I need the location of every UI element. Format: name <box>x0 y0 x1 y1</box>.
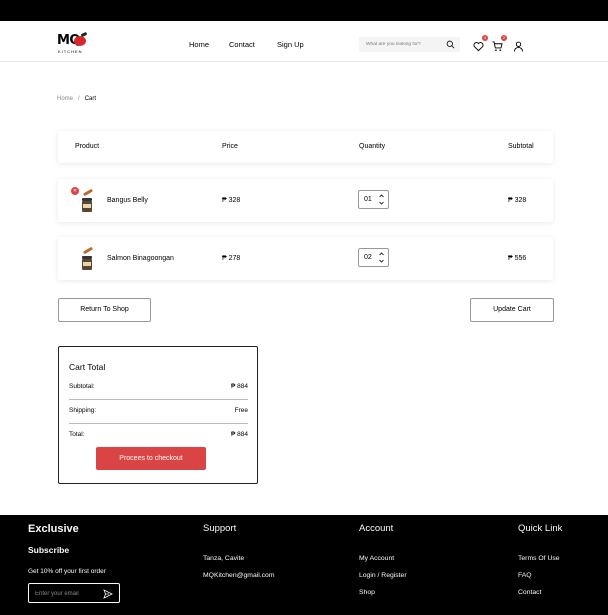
cart-total-box: Cart Total Subtotal: ₱ 884 Shipping: Fre… <box>58 346 258 484</box>
remove-icon[interactable]: ✕ <box>71 187 79 195</box>
footer-link-faq[interactable]: FAQ <box>518 572 560 589</box>
chevron-up-icon[interactable] <box>378 193 385 199</box>
breadcrumb-current: Cart <box>84 96 97 102</box>
product-name[interactable]: Salmon Binagoongan <box>107 255 174 262</box>
footer-account: Account My Account Login / Register Shop <box>359 523 407 596</box>
quantity-stepper[interactable]: 02 <box>358 248 389 267</box>
wishlist-button[interactable]: 4 <box>473 35 488 52</box>
cart-button[interactable]: 2 <box>492 35 507 51</box>
total-value: ₱ 884 <box>231 431 248 438</box>
user-icon <box>513 41 524 52</box>
cart-table-header: Product Price Quantity Subtotal <box>58 131 553 163</box>
footer-quick-link-title: Quick Link <box>518 523 563 534</box>
table-row: Salmon Binagoongan ₱ 278 02 ₱ 556 <box>58 237 553 280</box>
quantity-value[interactable]: 02 <box>364 254 372 261</box>
return-to-shop-button[interactable]: Return To Shop <box>58 298 151 322</box>
total-label: Total: <box>69 431 85 438</box>
subtotal-value: ₱ 884 <box>231 383 248 390</box>
cart-icon <box>492 41 503 51</box>
breadcrumb-separator: / <box>78 96 80 102</box>
chevron-down-icon[interactable] <box>378 258 385 264</box>
footer-subscribe: Subscribe <box>28 545 70 555</box>
footer-exclusive: Exclusive Subscribe Get 10% off your fir… <box>28 523 120 603</box>
cart-total-title: Cart Total <box>69 362 106 372</box>
footer-account-title: Account <box>359 523 394 534</box>
footer-link-my-account[interactable]: My Account <box>359 555 407 572</box>
search-icon[interactable] <box>446 40 455 49</box>
header-price: Price <box>222 143 238 150</box>
product-subtotal: ₱ 556 <box>508 255 527 262</box>
search-input[interactable] <box>366 40 446 49</box>
site-footer: Exclusive Subscribe Get 10% off your fir… <box>0 515 608 615</box>
product-image <box>80 188 94 213</box>
table-row: ✕ Bangus Belly ₱ 328 01 ₱ 328 <box>58 179 553 222</box>
heart-icon <box>473 42 484 52</box>
logo-subtext: KITCHEN <box>58 49 83 54</box>
chili-icon <box>74 36 86 46</box>
footer-address: Tanza, Cavite <box>203 555 245 562</box>
wishlist-badge: 4 <box>482 35 488 41</box>
breadcrumb: Home / Cart <box>57 96 96 102</box>
product-image <box>80 246 94 271</box>
header-quantity: Quantity <box>359 143 386 150</box>
search-bar <box>359 37 460 52</box>
header-product: Product <box>75 143 100 150</box>
total-row: Total: ₱ 884 <box>69 431 248 443</box>
subtotal-label: Subtotal: <box>69 383 95 390</box>
product-subtotal: ₱ 328 <box>508 197 527 204</box>
logo[interactable]: MQ KITCHEN <box>57 34 91 56</box>
checkout-button[interactable]: Procees to checkout <box>96 447 206 470</box>
site-header: MQ KITCHEN Home Contact Sign Up 4 2 <box>0 21 608 62</box>
email-subscribe-box <box>28 583 120 603</box>
email-input[interactable] <box>35 589 97 598</box>
footer-quick-link: Quick Link Terms Of Use FAQ Contact <box>518 523 563 596</box>
footer-email[interactable]: MQKitchen@gmail.com <box>203 572 275 589</box>
footer-link-terms[interactable]: Terms Of Use <box>518 555 560 572</box>
nav-sign-up[interactable]: Sign Up <box>277 40 304 49</box>
chevron-down-icon[interactable] <box>378 200 385 206</box>
update-cart-button[interactable]: Update Cart <box>470 298 554 322</box>
shipping-value: Free <box>234 407 248 414</box>
divider <box>69 423 248 424</box>
footer-link-shop[interactable]: Shop <box>359 589 407 606</box>
footer-link-contact[interactable]: Contact <box>518 589 560 606</box>
quantity-stepper[interactable]: 01 <box>358 190 389 209</box>
product-price: ₱ 278 <box>222 255 241 262</box>
product-price: ₱ 328 <box>222 197 241 204</box>
send-icon[interactable] <box>103 589 113 599</box>
breadcrumb-home[interactable]: Home <box>57 96 73 102</box>
chevron-up-icon[interactable] <box>378 251 385 257</box>
divider <box>69 399 248 400</box>
product-name[interactable]: Bangus Belly <box>107 197 148 204</box>
footer-offer: Get 10% off your first order <box>28 568 106 575</box>
subtotal-row: Subtotal: ₱ 884 <box>69 383 248 395</box>
account-button[interactable] <box>513 39 524 52</box>
footer-support: Support Tanza, Cavite MQKitchen@gmail.co… <box>203 523 275 579</box>
shipping-row: Shipping: Free <box>69 407 248 419</box>
nav-home[interactable]: Home <box>189 40 209 49</box>
footer-link-login-register[interactable]: Login / Register <box>359 572 407 589</box>
footer-support-title: Support <box>203 523 237 534</box>
nav-contact[interactable]: Contact <box>229 40 255 49</box>
shipping-label: Shipping: <box>69 407 97 414</box>
footer-exclusive-title: Exclusive <box>28 523 79 535</box>
cart-badge: 2 <box>501 35 507 41</box>
header-subtotal: Subtotal <box>508 143 534 150</box>
quantity-value[interactable]: 01 <box>364 196 372 203</box>
top-bar <box>0 0 608 21</box>
